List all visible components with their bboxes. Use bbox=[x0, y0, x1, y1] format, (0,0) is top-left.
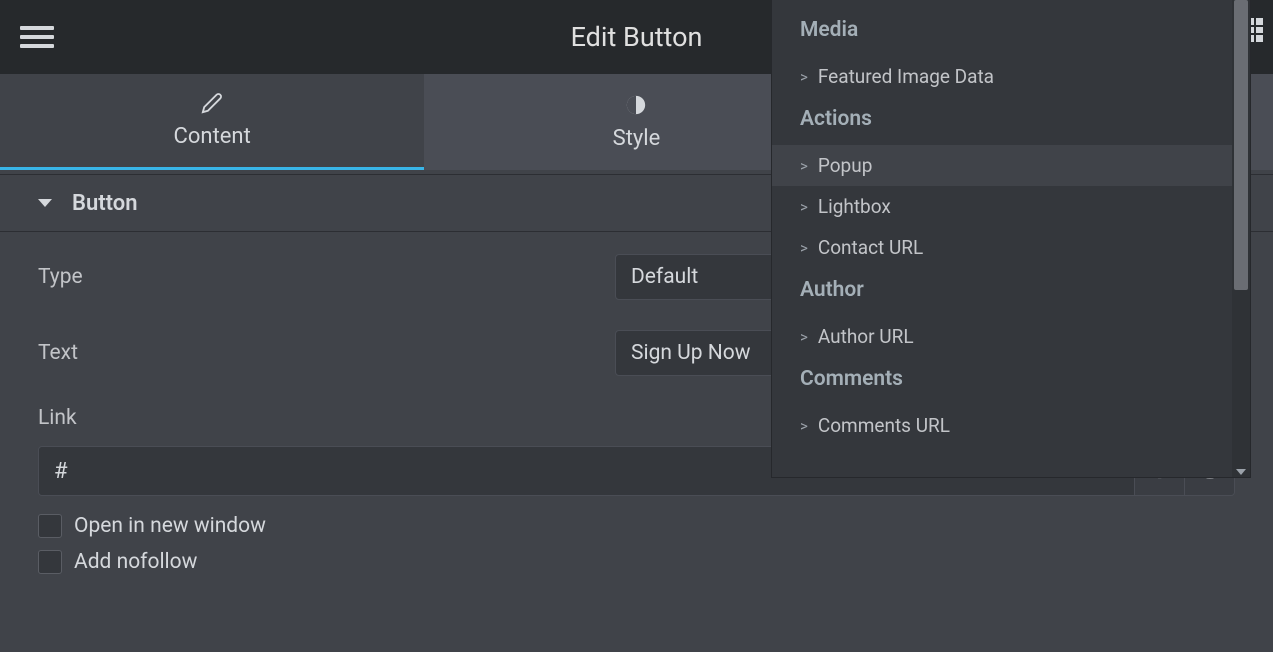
dd-item-contact-url[interactable]: > Contact URL bbox=[772, 227, 1232, 268]
dd-group-author: Author bbox=[772, 268, 1232, 316]
dd-item-label: Author URL bbox=[818, 325, 914, 348]
dd-item-label: Popup bbox=[818, 154, 873, 177]
pencil-icon bbox=[201, 92, 223, 114]
dd-item-label: Comments URL bbox=[818, 414, 950, 437]
dd-group-media: Media bbox=[772, 8, 1232, 56]
chevron-right-icon: > bbox=[800, 328, 808, 346]
add-nofollow-checkbox[interactable] bbox=[38, 550, 62, 574]
open-new-window-label: Open in new window bbox=[74, 514, 266, 538]
chevron-right-icon: > bbox=[800, 157, 808, 175]
chevron-right-icon: > bbox=[800, 239, 808, 257]
type-label: Type bbox=[38, 265, 83, 289]
dd-group-comments: Comments bbox=[772, 357, 1232, 405]
tab-content[interactable]: Content bbox=[0, 74, 424, 170]
tab-label-content: Content bbox=[174, 124, 251, 149]
chevron-right-icon: > bbox=[800, 198, 808, 216]
chevron-right-icon: > bbox=[800, 68, 808, 86]
dropdown-scrollbar[interactable] bbox=[1232, 0, 1250, 477]
text-label: Text bbox=[38, 341, 78, 365]
add-nofollow-row: Add nofollow bbox=[38, 550, 1235, 574]
dynamic-tags-dropdown: Media > Featured Image Data Actions > Po… bbox=[771, 0, 1251, 478]
type-value: Default bbox=[631, 265, 698, 289]
caret-down-icon bbox=[38, 199, 52, 207]
section-title: Button bbox=[72, 191, 138, 216]
dd-group-actions: Actions bbox=[772, 97, 1232, 145]
dd-item-featured-image-data[interactable]: > Featured Image Data bbox=[772, 56, 1232, 97]
open-new-window-checkbox[interactable] bbox=[38, 514, 62, 538]
add-nofollow-label: Add nofollow bbox=[74, 550, 197, 574]
dd-item-lightbox[interactable]: > Lightbox bbox=[772, 186, 1232, 227]
dd-item-label: Lightbox bbox=[818, 195, 891, 218]
hamburger-menu-icon[interactable] bbox=[20, 23, 54, 51]
page-title: Edit Button bbox=[571, 21, 703, 53]
dd-item-label: Featured Image Data bbox=[818, 65, 994, 88]
dd-item-label: Contact URL bbox=[818, 236, 923, 259]
open-new-window-row: Open in new window bbox=[38, 514, 1235, 538]
tab-label-style: Style bbox=[613, 126, 661, 151]
chevron-right-icon: > bbox=[800, 417, 808, 435]
dd-item-comments-url[interactable]: > Comments URL bbox=[772, 405, 1232, 446]
scrollbar-down-arrow-icon[interactable] bbox=[1236, 469, 1246, 475]
dd-item-popup[interactable]: > Popup bbox=[772, 145, 1232, 186]
dd-item-author-url[interactable]: > Author URL bbox=[772, 316, 1232, 357]
scrollbar-thumb[interactable] bbox=[1234, 0, 1248, 290]
dropdown-content: Media > Featured Image Data Actions > Po… bbox=[772, 0, 1232, 477]
contrast-icon bbox=[625, 94, 647, 116]
